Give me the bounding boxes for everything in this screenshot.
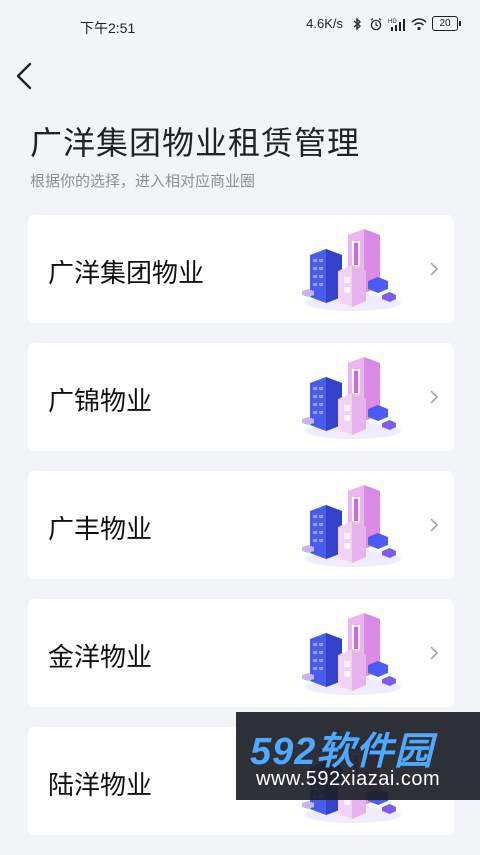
property-card-guangjin[interactable]: 广锦物业 — [28, 343, 454, 451]
building-illustration — [302, 613, 401, 695]
svg-text:HD: HD — [388, 19, 397, 25]
network-speed: 4.6K/s — [306, 16, 343, 31]
property-card-guangyang-group[interactable]: 广洋集团物业 — [28, 215, 454, 323]
card-label: 金洋物业 — [48, 643, 153, 673]
battery-level: 20 — [439, 18, 451, 29]
battery-icon: 20 — [432, 16, 461, 31]
site-watermark: 592软件园 www.592xiazai.com — [236, 712, 480, 800]
alarm-icon — [370, 17, 382, 30]
card-label: 广丰物业 — [48, 515, 153, 545]
hd-signal-icon: HD — [388, 18, 405, 31]
status-bar: 下午2:51 4.6K/s HD 20 — [0, 0, 480, 52]
building-illustration — [302, 357, 401, 439]
watermark-url: www.592xiazai.com — [256, 768, 441, 790]
back-button[interactable] — [10, 58, 42, 94]
card-label: 陆洋物业 — [48, 771, 153, 801]
chevron-right-icon — [430, 518, 439, 532]
page-subtitle: 根据你的选择，进入相对应商业圈 — [30, 172, 256, 190]
status-time: 下午2:51 — [80, 20, 136, 36]
chevron-right-icon — [430, 390, 439, 404]
chevron-right-icon — [430, 262, 439, 276]
building-illustration — [302, 485, 401, 567]
card-label: 广锦物业 — [48, 387, 153, 417]
wifi-icon — [411, 17, 427, 30]
building-illustration — [302, 229, 401, 311]
bluetooth-icon — [353, 16, 361, 31]
watermark-brand: 592软件园 — [250, 731, 434, 773]
card-label: 广洋集团物业 — [48, 259, 205, 289]
page-title: 广洋集团物业租赁管理 — [30, 124, 361, 162]
status-icons: 4.6K/s HD 20 — [306, 16, 461, 31]
property-card-guangfeng[interactable]: 广丰物业 — [28, 471, 454, 579]
chevron-right-icon — [430, 646, 439, 660]
property-card-jinyang[interactable]: 金洋物业 — [28, 599, 454, 707]
